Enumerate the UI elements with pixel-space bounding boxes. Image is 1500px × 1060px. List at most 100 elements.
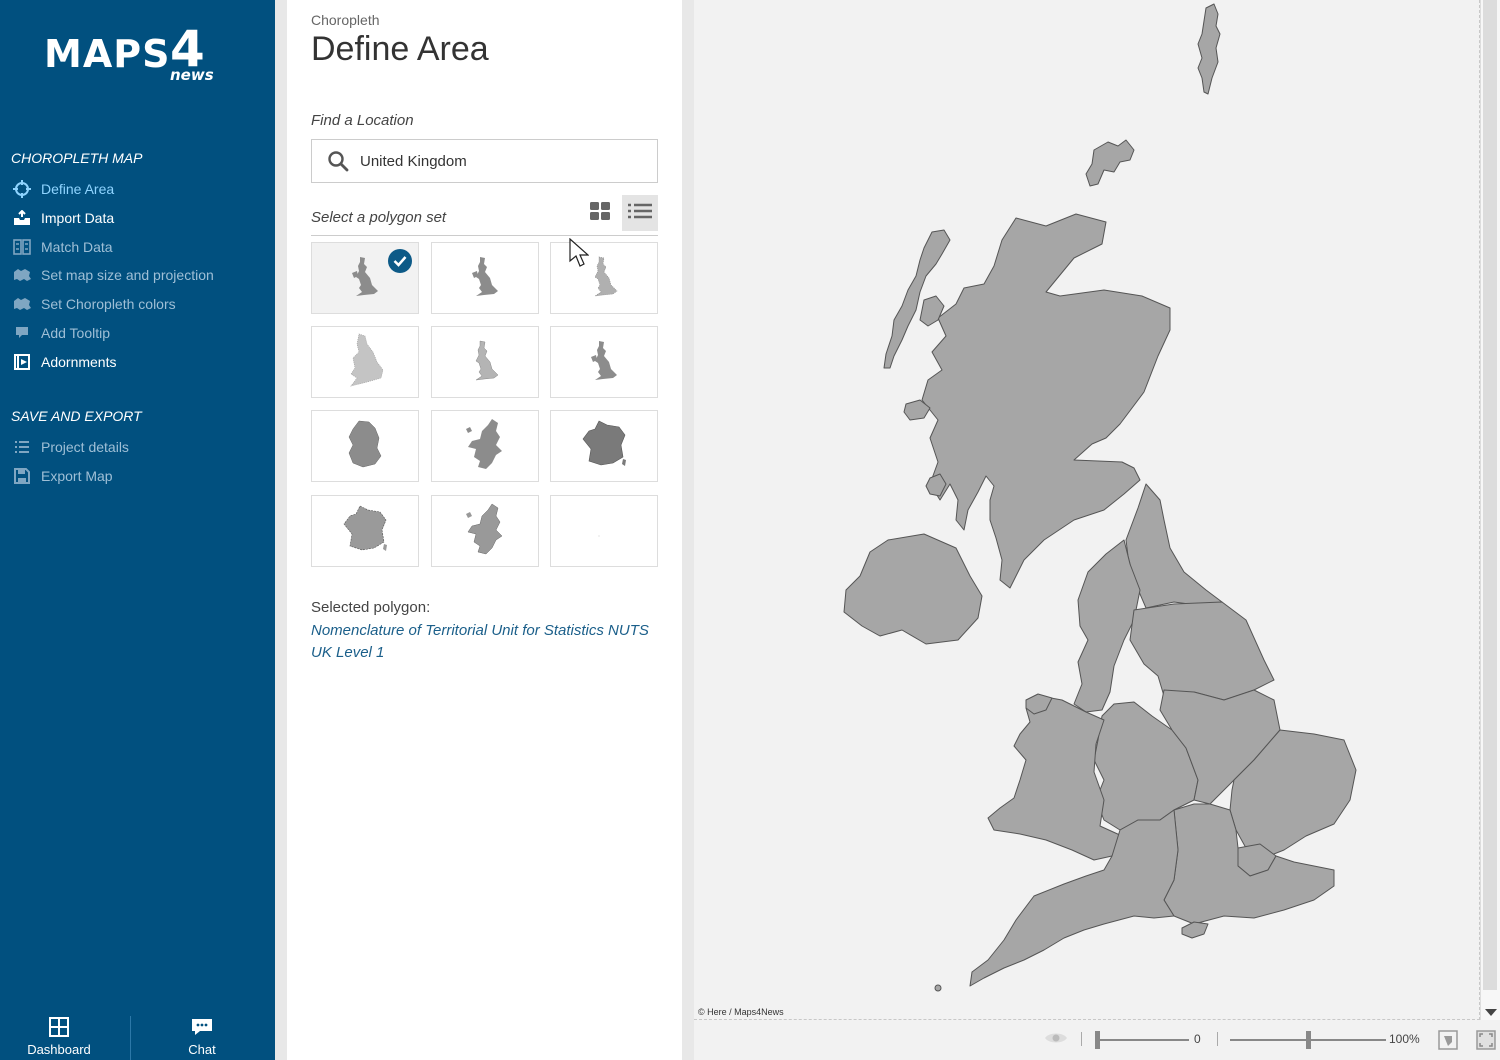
adornment-icon	[12, 352, 32, 372]
selected-check-icon	[388, 249, 412, 273]
scrollbar-thumb[interactable]	[1483, 0, 1497, 990]
blank-map-icon	[589, 514, 619, 549]
nav-label: Export Map	[41, 468, 113, 484]
list-view-button[interactable]	[622, 195, 658, 231]
section-title-choropleth: CHOROPLETH MAP	[11, 150, 143, 166]
map-canvas[interactable]: © Here / Maps4News 0 100%	[694, 0, 1500, 1060]
france-map-icon	[340, 504, 390, 559]
england-map-icon	[345, 332, 385, 393]
search-icon	[326, 149, 350, 173]
uk-map-icon	[350, 255, 380, 302]
maps4news-logo[interactable]: MAPS 4 news	[44, 20, 224, 86]
polygon-tile[interactable]	[431, 242, 539, 314]
logo-subtext: news	[170, 66, 214, 84]
nav-label: Import Data	[41, 210, 115, 226]
chat-label: Chat	[188, 1042, 216, 1057]
scroll-down-arrow-icon[interactable]	[1485, 1009, 1497, 1016]
bottom-divider	[130, 1016, 131, 1060]
map-toolbar: 0 100%	[694, 1020, 1500, 1060]
nav-export-map[interactable]: Export Map	[12, 464, 113, 488]
logo-text: MAPS	[44, 32, 171, 76]
fit-screen-icon[interactable]	[1476, 1030, 1496, 1053]
location-search-box[interactable]	[311, 139, 658, 183]
europe-map-icon	[462, 502, 508, 561]
breadcrumb: Choropleth	[311, 12, 380, 28]
nav-label: Define Area	[41, 181, 115, 197]
polygon-tile[interactable]	[431, 495, 539, 567]
uk-map-icon	[589, 339, 619, 386]
map-region-yorkshire	[1129, 601, 1275, 701]
chat-icon	[190, 1017, 214, 1040]
chat-button[interactable]: Chat	[176, 1008, 228, 1060]
nav-label: Match Data	[41, 239, 113, 255]
polygon-tile[interactable]	[550, 410, 658, 482]
polygon-set-label: Select a polygon set	[311, 209, 447, 226]
uk-map-icon	[589, 255, 619, 302]
toolbar-separator	[1217, 1032, 1218, 1046]
polygon-tile[interactable]	[311, 495, 419, 567]
opacity-slider-track[interactable]	[1097, 1039, 1189, 1041]
polygon-tile[interactable]	[311, 410, 419, 482]
nav-label: Set Choropleth colors	[41, 296, 176, 312]
map-marker-icon[interactable]	[1438, 1030, 1458, 1053]
opacity-value: 0	[1194, 1032, 1201, 1046]
zoom-value: 100%	[1389, 1032, 1420, 1046]
nav-label: Adornments	[41, 354, 117, 370]
nav-import-data[interactable]: Import Data	[12, 206, 114, 230]
nav-label: Project details	[41, 439, 129, 455]
toolbar-separator	[1081, 1032, 1082, 1046]
nav-add-tooltip[interactable]: Add Tooltip	[12, 321, 110, 345]
polygon-tile[interactable]	[311, 326, 419, 398]
crosshair-icon	[12, 179, 32, 199]
mouse-cursor-icon	[569, 237, 590, 273]
sidebar-bottom-bar: Dashboard Chat	[0, 1008, 275, 1060]
dashboard-icon	[49, 1017, 69, 1040]
polygon-tile[interactable]	[550, 242, 658, 314]
list-view-icon	[627, 202, 653, 225]
dashboard-button[interactable]: Dashboard	[18, 1008, 100, 1060]
nav-adornments[interactable]: Adornments	[12, 350, 116, 374]
find-location-label: Find a Location	[311, 112, 414, 129]
list-icon	[12, 437, 32, 457]
polygon-tile[interactable]	[550, 326, 658, 398]
opacity-slider-handle[interactable]	[1095, 1031, 1100, 1049]
nav-choropleth-colors[interactable]: Set Choropleth colors	[12, 292, 176, 316]
uk-map[interactable]	[694, 0, 1480, 1020]
map-scrollbar[interactable]	[1480, 0, 1500, 1020]
europe-map-icon	[462, 417, 508, 476]
polygon-tile[interactable]	[550, 495, 658, 567]
uk-map-icon	[470, 255, 500, 302]
map-region-shetland	[1197, 3, 1221, 95]
map-region-northern-ireland	[843, 533, 983, 645]
save-icon	[12, 466, 32, 486]
define-area-panel: Choropleth Define Area Find a Location S…	[287, 0, 682, 1060]
nav-define-area[interactable]: Define Area	[12, 177, 114, 201]
map-shape-icon	[12, 265, 32, 285]
nav-project-details[interactable]: Project details	[12, 435, 129, 459]
map-region-orkney	[1085, 139, 1135, 187]
grid-view-button[interactable]	[582, 195, 618, 231]
sidebar: MAPS 4 news CHOROPLETH MAP Define Area I…	[0, 0, 275, 1060]
france-map-icon	[579, 419, 629, 474]
nav-label: Set map size and projection	[41, 267, 214, 283]
grid-view-icon	[589, 201, 611, 226]
map-region-wales	[987, 695, 1123, 861]
nav-match-data[interactable]: Match Data	[12, 235, 113, 259]
polygon-tile[interactable]	[431, 410, 539, 482]
section-title-save-export: SAVE AND EXPORT	[11, 408, 142, 424]
zoom-slider-handle[interactable]	[1306, 1031, 1311, 1049]
map-shape-icon	[12, 294, 32, 314]
map-region-scilly	[934, 984, 942, 992]
eye-icon[interactable]	[1044, 1030, 1068, 1049]
uk-map-icon	[470, 339, 500, 386]
polygon-tile[interactable]	[311, 242, 419, 314]
nav-map-size-projection[interactable]: Set map size and projection	[12, 263, 214, 287]
map-region-isle-of-wight	[1181, 921, 1209, 939]
selected-polygon-value: Nomenclature of Territorial Unit for Sta…	[311, 622, 649, 661]
map-region-north-west	[1073, 539, 1141, 713]
location-search-input[interactable]	[360, 152, 640, 170]
nav-label: Add Tooltip	[41, 325, 111, 341]
selected-polygon-label: Selected polygon:	[311, 599, 431, 616]
polygon-label-underline	[311, 235, 658, 236]
polygon-tile[interactable]	[431, 326, 539, 398]
